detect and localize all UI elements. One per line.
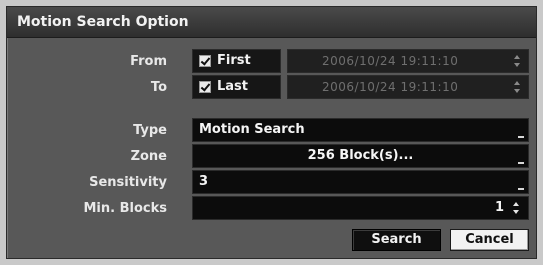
dialog-title: Motion Search Option — [17, 14, 189, 30]
motion-search-dialog: Motion Search Option From First 2006/10/… — [6, 6, 537, 259]
type-label: Type — [133, 123, 167, 138]
to-last-checkbox[interactable]: Last — [192, 75, 281, 99]
sensitivity-value: 3 — [199, 174, 209, 189]
to-datetime-value: 2006/10/24 19:11:10 — [322, 80, 459, 94]
from-first-checkbox[interactable]: First — [192, 49, 281, 73]
from-label: From — [130, 54, 167, 69]
min-blocks-spinner[interactable]: 1 — [192, 196, 529, 220]
checkmark-icon — [199, 81, 211, 93]
up-down-arrows-icon[interactable] — [513, 55, 521, 67]
zone-label: Zone — [130, 149, 167, 164]
type-dropdown[interactable]: Motion Search — [192, 118, 529, 142]
dropdown-marker-icon — [518, 136, 524, 138]
type-value: Motion Search — [199, 122, 305, 137]
from-datetime-value: 2006/10/24 19:11:10 — [322, 54, 459, 68]
zone-value: 256 Block(s)... — [307, 148, 414, 163]
dropdown-marker-icon — [518, 188, 524, 190]
from-first-label: First — [217, 53, 251, 68]
from-datetime-field[interactable]: 2006/10/24 19:11:10 — [287, 49, 529, 73]
to-datetime-field[interactable]: 2006/10/24 19:11:10 — [287, 75, 529, 99]
to-label: To — [150, 80, 167, 95]
up-down-arrows-icon[interactable] — [513, 81, 521, 93]
sensitivity-label: Sensitivity — [89, 175, 167, 190]
dropdown-marker-icon — [518, 162, 524, 164]
up-down-arrows-icon[interactable] — [512, 202, 520, 214]
min-blocks-value: 1 — [494, 200, 504, 215]
cancel-button[interactable]: Cancel — [450, 229, 529, 251]
dialog-titlebar: Motion Search Option — [7, 7, 536, 38]
sensitivity-dropdown[interactable]: 3 — [192, 170, 529, 194]
min-blocks-label: Min. Blocks — [83, 201, 168, 216]
checkmark-icon — [199, 55, 211, 67]
search-button[interactable]: Search — [352, 229, 441, 251]
to-last-label: Last — [217, 79, 249, 94]
zone-selector[interactable]: 256 Block(s)... — [192, 144, 529, 168]
